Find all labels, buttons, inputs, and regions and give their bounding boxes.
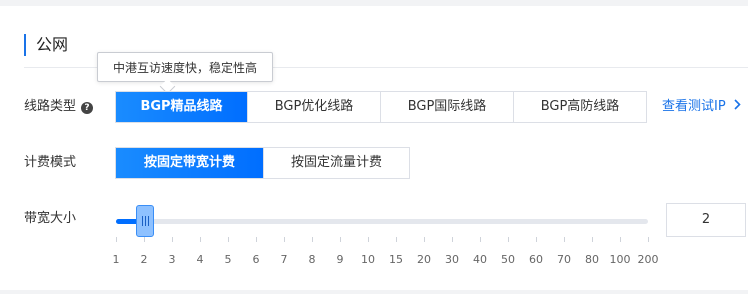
tick-mark — [116, 237, 117, 242]
line-type-label: 线路类型 — [24, 99, 77, 114]
billing-label: 计费模式 — [24, 155, 77, 170]
line-option-bgp-optimized[interactable]: BGP优化线路 — [248, 92, 381, 122]
tick-label: 10 — [361, 253, 375, 266]
tick-label: 60 — [529, 253, 543, 266]
tick-mark — [228, 237, 229, 242]
tick-mark — [424, 237, 425, 242]
billing-option-bandwidth[interactable]: 按固定带宽计费 — [116, 148, 264, 178]
tick-label: 4 — [196, 253, 204, 266]
line-type-selector: BGP精品线路 BGP优化线路 BGP国际线路 BGP高防线路 — [115, 91, 647, 123]
tick-mark — [452, 237, 453, 242]
line-option-bgp-ddos[interactable]: BGP高防线路 — [514, 92, 646, 122]
tick-mark — [564, 237, 565, 242]
tick-label: 8 — [308, 253, 316, 266]
line-option-bgp-premium[interactable]: BGP精品线路 — [116, 92, 248, 122]
tick-mark — [144, 237, 145, 242]
chevron-right-icon — [734, 97, 741, 117]
tick-label: 5 — [224, 253, 232, 266]
section-title: 公网 — [24, 34, 68, 56]
tick-mark — [480, 237, 481, 242]
tick-label: 3 — [168, 253, 176, 266]
tick-mark — [508, 237, 509, 242]
tick-label: 200 — [637, 253, 659, 266]
tick-mark — [592, 237, 593, 242]
tick-mark — [340, 237, 341, 242]
tick-label: 50 — [501, 253, 515, 266]
line-option-bgp-international[interactable]: BGP国际线路 — [381, 92, 514, 122]
tick-mark — [312, 237, 313, 242]
tick-label: 15 — [389, 253, 403, 266]
tick-label: 2 — [140, 253, 148, 266]
tick-mark — [648, 237, 649, 242]
view-test-ip-link[interactable]: 查看测试IP — [662, 97, 741, 117]
billing-option-traffic[interactable]: 按固定流量计费 — [264, 148, 409, 178]
tick-mark — [620, 237, 621, 242]
tick-mark — [200, 237, 201, 242]
tick-label: 7 — [280, 253, 288, 266]
tick-label: 70 — [557, 253, 571, 266]
bandwidth-label: 带宽大小 — [24, 211, 77, 226]
tick-mark — [536, 237, 537, 242]
tick-label: 6 — [252, 253, 260, 266]
question-circle-icon[interactable]: ? — [81, 102, 94, 114]
billing-selector: 按固定带宽计费 按固定流量计费 — [115, 147, 410, 179]
bandwidth-slider-track[interactable] — [116, 219, 648, 224]
tick-label: 40 — [473, 253, 487, 266]
grip-line — [145, 216, 146, 226]
tick-label: 30 — [445, 253, 459, 266]
tick-mark — [284, 237, 285, 242]
line-tooltip: 中港互访速度快，稳定性高 — [97, 52, 273, 82]
grip-line — [148, 216, 149, 226]
line-type-label-row: 线路类型? — [24, 97, 94, 117]
tick-mark — [172, 237, 173, 242]
tick-label: 9 — [336, 253, 344, 266]
tick-label: 100 — [609, 253, 631, 266]
view-test-ip-text: 查看测试IP — [662, 99, 726, 114]
bandwidth-number-input[interactable]: 2 — [666, 203, 746, 237]
tick-label: 1 — [112, 253, 120, 266]
tick-mark — [396, 237, 397, 242]
tick-mark — [256, 237, 257, 242]
tick-label: 80 — [585, 253, 599, 266]
grip-line — [142, 216, 143, 226]
bandwidth-slider-handle[interactable] — [136, 205, 154, 237]
tick-mark — [368, 237, 369, 242]
tick-label: 20 — [417, 253, 431, 266]
